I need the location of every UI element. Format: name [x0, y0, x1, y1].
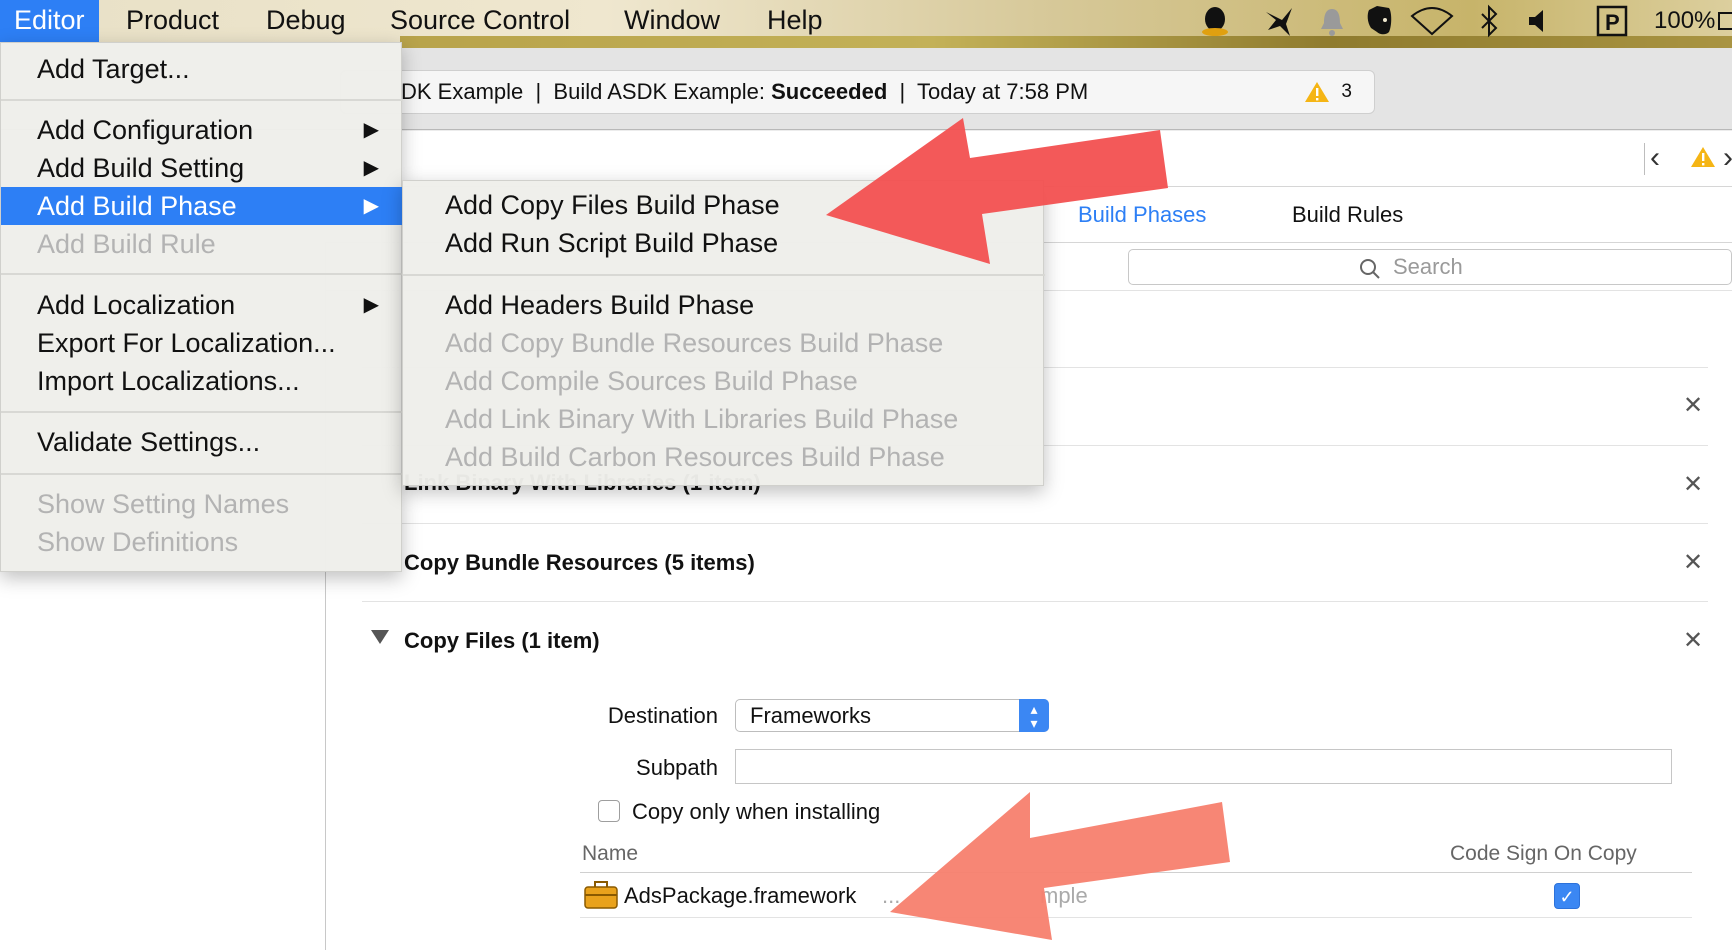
screen: { "menubar": { "items": ["Editor", "Prod…: [0, 0, 1732, 950]
annotation-arrow-top: [826, 118, 1230, 940]
